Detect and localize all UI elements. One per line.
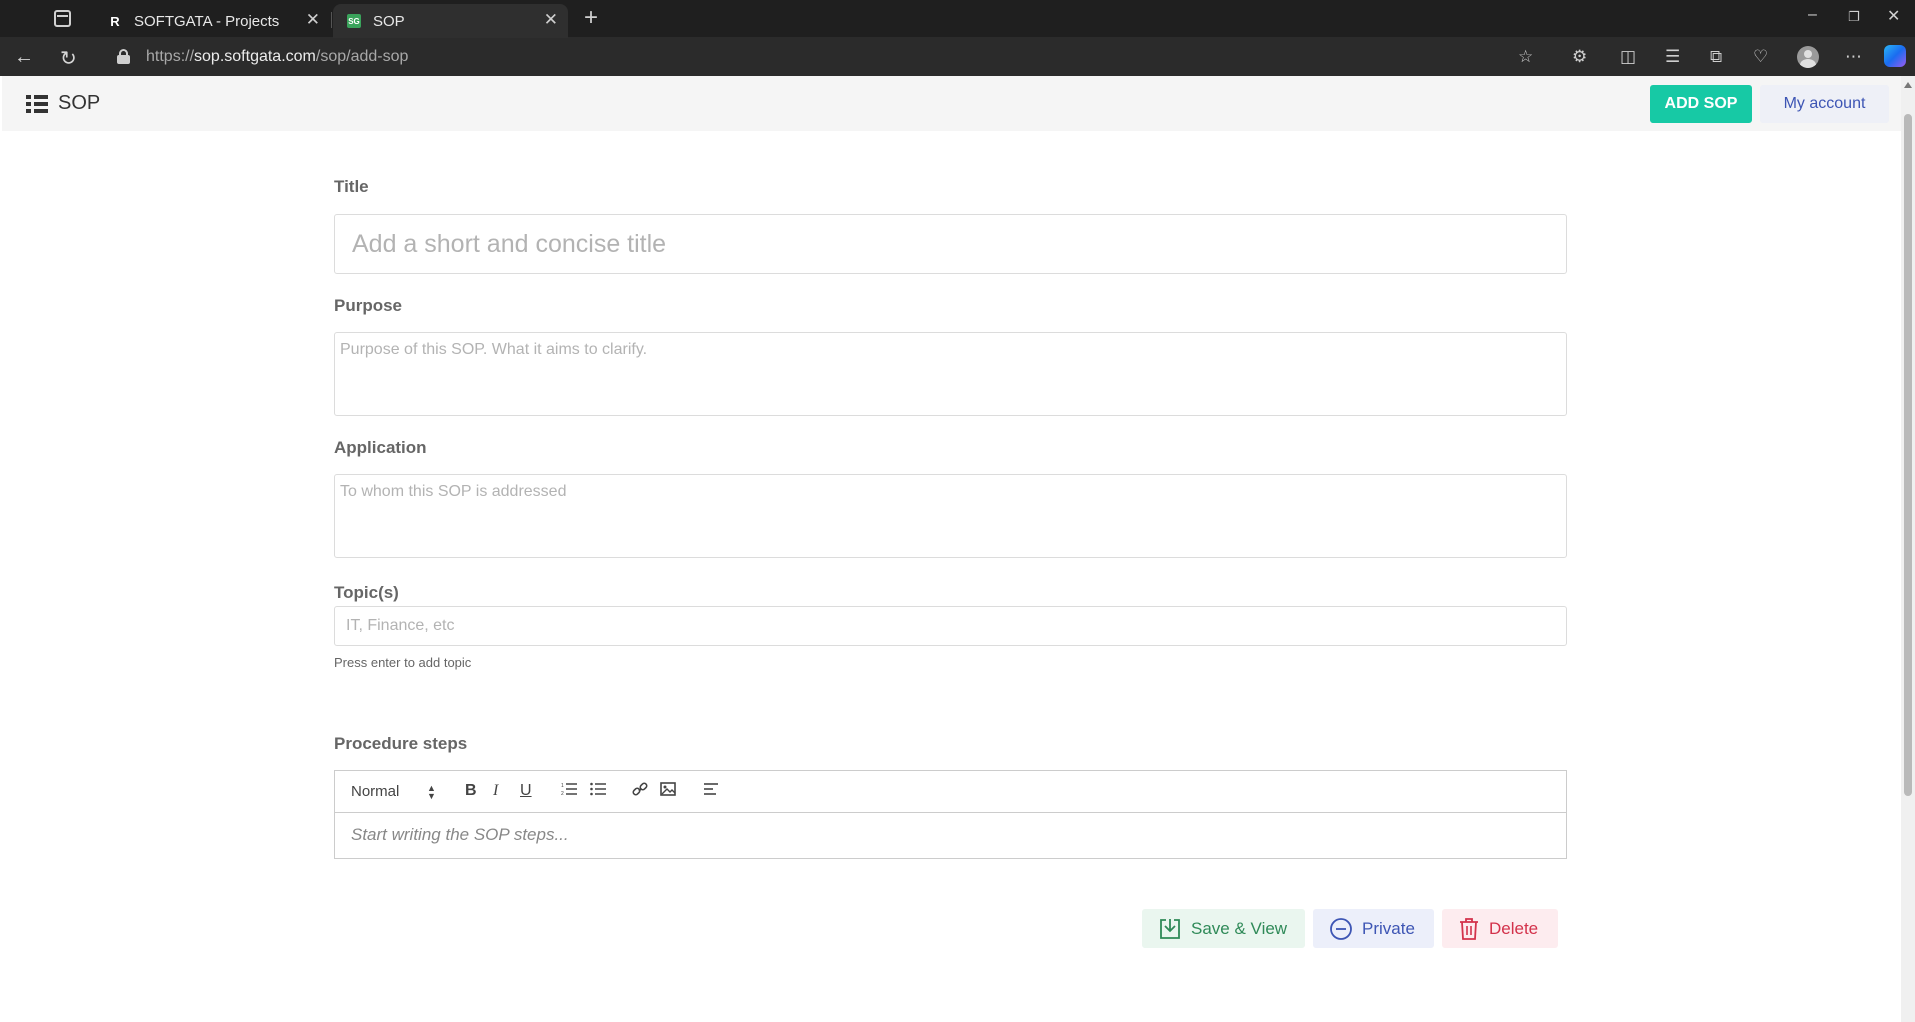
split-screen-icon[interactable]: ◫ [1620, 47, 1636, 67]
browser-essentials-icon[interactable]: ♡ [1753, 47, 1768, 67]
scrollbar-thumb[interactable] [1904, 114, 1912, 796]
topics-input[interactable]: IT, Finance, etc [334, 606, 1567, 646]
browser-tab-projects[interactable]: R SOFTGATA - Projects ✕ [94, 4, 330, 38]
list-menu-icon[interactable] [26, 95, 48, 113]
private-button-label: Private [1362, 918, 1415, 938]
topics-placeholder: IT, Finance, etc [346, 617, 455, 634]
minimize-icon[interactable]: – [1808, 6, 1817, 24]
scroll-up-arrow-icon[interactable] [1904, 82, 1912, 88]
trash-icon [1458, 917, 1480, 941]
sop-favicon-icon: SG [347, 14, 361, 28]
more-options-icon[interactable]: ⋯ [1845, 47, 1862, 67]
app-brand[interactable]: SOP [58, 92, 100, 115]
browser-tab-bar: R SOFTGATA - Projects ✕ SG SOP ✕ + – ❐ ✕ [0, 0, 1915, 38]
browser-tab-sop[interactable]: SG SOP ✕ [333, 4, 568, 38]
topics-help-text: Press enter to add topic [334, 655, 472, 670]
add-sop-button[interactable]: ADD SOP [1650, 85, 1752, 123]
link-icon[interactable] [632, 782, 648, 803]
collections-icon[interactable]: ⧉ [1710, 47, 1722, 67]
favorites-icon[interactable]: ☰ [1665, 47, 1680, 67]
extensions-icon[interactable]: ⚙ [1572, 47, 1587, 67]
close-tab-icon[interactable]: ✕ [544, 10, 558, 30]
page-scrollbar[interactable] [1901, 76, 1915, 1022]
tab-title: SOP [373, 12, 405, 30]
application-label: Application [334, 438, 427, 457]
new-tab-icon[interactable]: + [584, 4, 598, 32]
image-icon[interactable] [660, 782, 676, 801]
italic-icon[interactable]: I [493, 782, 498, 800]
private-button[interactable]: Private [1313, 909, 1434, 948]
url-field[interactable]: https://sop.softgata.com/sop/add-sop [146, 48, 408, 66]
close-window-icon[interactable]: ✕ [1887, 6, 1900, 26]
bold-icon[interactable]: B [465, 782, 477, 800]
favorite-star-icon[interactable]: ☆ [1518, 47, 1533, 67]
topics-label: Topic(s) [334, 583, 399, 602]
app-header: SOP ADD SOP My account [2, 76, 1901, 131]
format-select[interactable]: Normal ▲ ▼ [351, 783, 436, 801]
tab-actions-icon[interactable] [54, 10, 71, 27]
procedure-steps-label: Procedure steps [334, 734, 468, 753]
save-button-label: Save & View [1191, 918, 1288, 938]
delete-button[interactable]: Delete [1442, 909, 1558, 948]
restore-icon[interactable]: ❐ [1848, 9, 1860, 25]
tab-divider [331, 12, 332, 28]
purpose-label: Purpose [334, 296, 403, 315]
purpose-placeholder: Purpose of this SOP. What it aims to cla… [340, 341, 648, 358]
download-icon [1158, 917, 1182, 941]
title-placeholder: Add a short and concise title [352, 230, 667, 258]
profile-avatar-icon[interactable] [1797, 46, 1819, 68]
my-account-button[interactable]: My account [1760, 85, 1889, 123]
title-label: Title [334, 177, 369, 196]
close-tab-icon[interactable]: ✕ [306, 10, 320, 30]
select-updown-icon: ▲ ▼ [427, 783, 436, 801]
application-placeholder: To whom this SOP is addressed [340, 483, 567, 500]
minus-circle-icon [1329, 917, 1353, 941]
softgata-favicon-icon: R [110, 13, 120, 29]
tab-title: SOFTGATA - Projects [134, 12, 280, 30]
bullet-list-icon[interactable] [590, 782, 606, 801]
save-and-view-button[interactable]: Save & View [1142, 909, 1305, 948]
format-select-value: Normal [351, 783, 400, 800]
procedure-editor[interactable]: Start writing the SOP steps... [334, 812, 1567, 859]
lock-icon[interactable] [117, 49, 130, 64]
reload-icon[interactable]: ↻ [60, 46, 77, 71]
svg-text:2: 2 [561, 791, 564, 796]
underline-icon[interactable]: U [520, 782, 532, 800]
purpose-textarea[interactable]: Purpose of this SOP. What it aims to cla… [334, 332, 1567, 416]
back-arrow-icon[interactable]: ← [14, 46, 34, 69]
copilot-icon[interactable] [1884, 45, 1906, 67]
ordered-list-icon[interactable]: 12 [561, 782, 577, 801]
delete-button-label: Delete [1489, 918, 1539, 938]
align-left-icon[interactable] [703, 782, 719, 801]
title-input[interactable]: Add a short and concise title [334, 214, 1567, 274]
browser-address-bar: ← ↻ https://sop.softgata.com/sop/add-sop… [0, 38, 1915, 76]
editor-toolbar: Normal ▲ ▼ B I U 12 [334, 770, 1567, 812]
svg-text:1: 1 [561, 783, 564, 789]
editor-placeholder: Start writing the SOP steps... [351, 825, 569, 844]
application-textarea[interactable]: To whom this SOP is addressed [334, 474, 1567, 558]
